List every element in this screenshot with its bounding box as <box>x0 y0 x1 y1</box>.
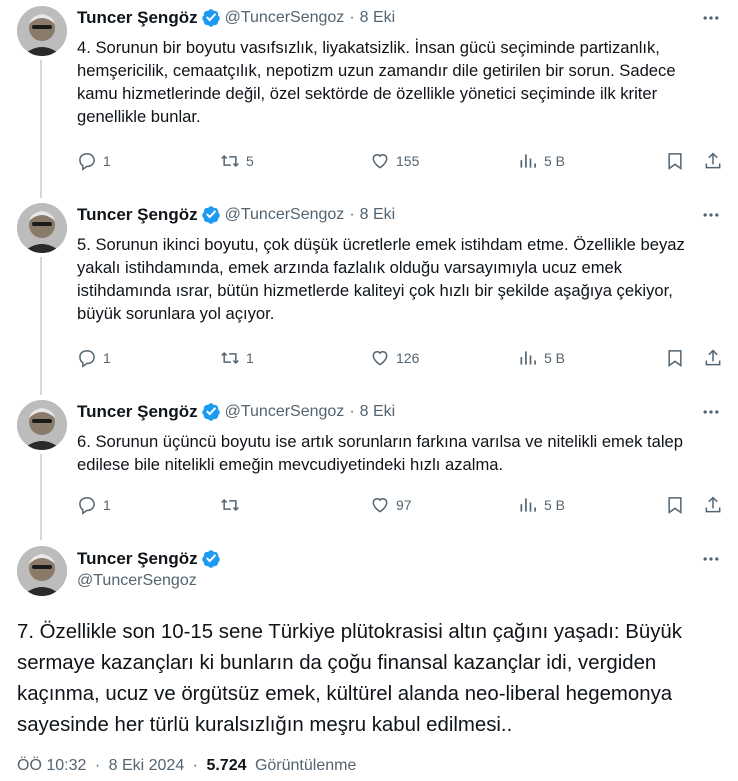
tweet[interactable]: Tuncer Şengöz @TuncerSengoz · 8 Eki 6. S… <box>0 394 738 542</box>
author-name[interactable]: Tuncer Şengöz <box>77 402 198 422</box>
avatar[interactable] <box>17 546 67 596</box>
bookmark-button[interactable] <box>665 149 685 173</box>
tweet-date[interactable]: 8 Eki <box>360 206 396 224</box>
views-count: 5 B <box>544 350 566 366</box>
reply-icon <box>79 497 95 515</box>
views-button[interactable]: 5 B <box>518 149 565 173</box>
author-name[interactable]: Tuncer Şengöz <box>77 205 198 225</box>
retweet-button[interactable]: 1 <box>220 346 254 370</box>
retweet-button[interactable]: 5 <box>220 149 254 173</box>
more-icon[interactable] <box>700 204 722 226</box>
heart-icon <box>372 154 388 169</box>
tweet-actions: 1 1 126 5 B <box>77 346 727 370</box>
bookmark-button[interactable] <box>665 493 685 517</box>
tweet-actions: 1 5 155 5 B <box>77 149 727 173</box>
tweet-header: Tuncer Şengöz @TuncerSengoz · 8 Eki <box>77 401 395 423</box>
separator: · <box>349 403 355 420</box>
analytics-icon <box>520 351 536 365</box>
reply-count: 1 <box>103 350 111 366</box>
tweet-actions: 1 97 5 B <box>77 493 727 517</box>
avatar[interactable] <box>17 203 67 253</box>
separator: · <box>349 9 355 26</box>
avatar[interactable] <box>17 6 67 56</box>
reply-icon <box>79 153 95 171</box>
bookmark-icon <box>668 497 682 514</box>
share-icon <box>705 496 721 513</box>
bookmark-icon <box>668 350 682 367</box>
tweet[interactable]: Tuncer Şengöz @TuncerSengoz · 8 Eki 5. S… <box>0 197 738 392</box>
retweet-count: 5 <box>246 153 254 169</box>
bookmark-button[interactable] <box>665 346 685 370</box>
share-icon <box>705 349 721 366</box>
author-name[interactable]: Tuncer Şengöz <box>77 8 198 28</box>
reply-count: 1 <box>103 497 111 513</box>
analytics-icon <box>520 498 536 512</box>
verified-badge-icon <box>201 402 221 422</box>
main-tweet-header: Tuncer Şengöz <box>77 548 225 570</box>
tweet-meta: ÖÖ 10:32 · 8 Eki 2024 · 5.724 Görüntülen… <box>17 757 356 775</box>
retweet-icon <box>221 351 239 365</box>
share-button[interactable] <box>703 493 723 517</box>
like-button[interactable]: 155 <box>370 149 419 173</box>
tweet-text: 5. Sorunun ikinci boyutu, çok düşük ücre… <box>77 235 685 323</box>
separator: · <box>349 206 355 223</box>
author-handle[interactable]: @TuncerSengoz <box>225 9 345 27</box>
author-handle[interactable]: @TuncerSengoz <box>225 403 345 421</box>
more-icon[interactable] <box>700 7 722 29</box>
views-count: 5 B <box>544 153 566 169</box>
author-name[interactable]: Tuncer Şengöz <box>77 549 198 569</box>
views-count: 5 B <box>544 497 566 513</box>
share-icon <box>705 152 721 169</box>
like-count: 155 <box>396 153 420 169</box>
verified-badge-icon <box>201 549 221 569</box>
tweet-date[interactable]: 8 Eki <box>360 9 396 27</box>
views-button[interactable]: 5 B <box>518 346 565 370</box>
reply-button[interactable]: 1 <box>77 346 111 370</box>
share-button[interactable] <box>703 149 723 173</box>
reply-count: 1 <box>103 153 111 169</box>
retweet-button[interactable] <box>220 493 246 517</box>
like-count: 126 <box>396 350 420 366</box>
more-icon[interactable] <box>700 401 722 423</box>
heart-icon <box>372 351 388 366</box>
author-handle[interactable]: @TuncerSengoz <box>77 572 197 590</box>
like-button[interactable]: 97 <box>370 493 412 517</box>
retweet-icon <box>221 498 239 512</box>
reply-button[interactable]: 1 <box>77 493 111 517</box>
reply-icon <box>79 350 95 368</box>
tweet-text: 6. Sorunun üçüncü boyutu ise artık sorun… <box>77 432 683 474</box>
like-count: 97 <box>396 497 412 513</box>
analytics-icon <box>520 154 536 168</box>
heart-icon <box>372 498 388 513</box>
author-handle[interactable]: @TuncerSengoz <box>225 206 345 224</box>
verified-badge-icon <box>201 205 221 225</box>
views-button[interactable]: 5 B <box>518 493 565 517</box>
bookmark-icon <box>668 153 682 170</box>
main-tweet-text: 7. Özellikle son 10-15 sene Türkiye plüt… <box>17 621 682 736</box>
avatar[interactable] <box>17 400 67 450</box>
separator: · <box>94 757 101 774</box>
like-button[interactable]: 126 <box>370 346 419 370</box>
views-total: 5.724 <box>206 757 247 774</box>
tweet-full-date[interactable]: 8 Eki 2024 <box>109 757 185 774</box>
tweet-text: 4. Sorunun bir boyutu vasıfsızlık, liyak… <box>77 38 676 126</box>
tweet-date[interactable]: 8 Eki <box>360 403 396 421</box>
reply-button[interactable]: 1 <box>77 149 111 173</box>
retweet-count: 1 <box>246 350 254 366</box>
tweet-time[interactable]: ÖÖ 10:32 <box>17 757 86 774</box>
separator: · <box>192 757 198 774</box>
share-button[interactable] <box>703 346 723 370</box>
tweet-header: Tuncer Şengöz @TuncerSengoz · 8 Eki <box>77 7 395 29</box>
views-label: Görüntülenme <box>254 757 357 774</box>
tweet-header: Tuncer Şengöz @TuncerSengoz · 8 Eki <box>77 204 395 226</box>
retweet-icon <box>221 154 239 168</box>
verified-badge-icon <box>201 8 221 28</box>
more-icon[interactable] <box>700 548 722 570</box>
tweet[interactable]: Tuncer Şengöz @TuncerSengoz · 8 Eki 4. S… <box>0 0 738 195</box>
